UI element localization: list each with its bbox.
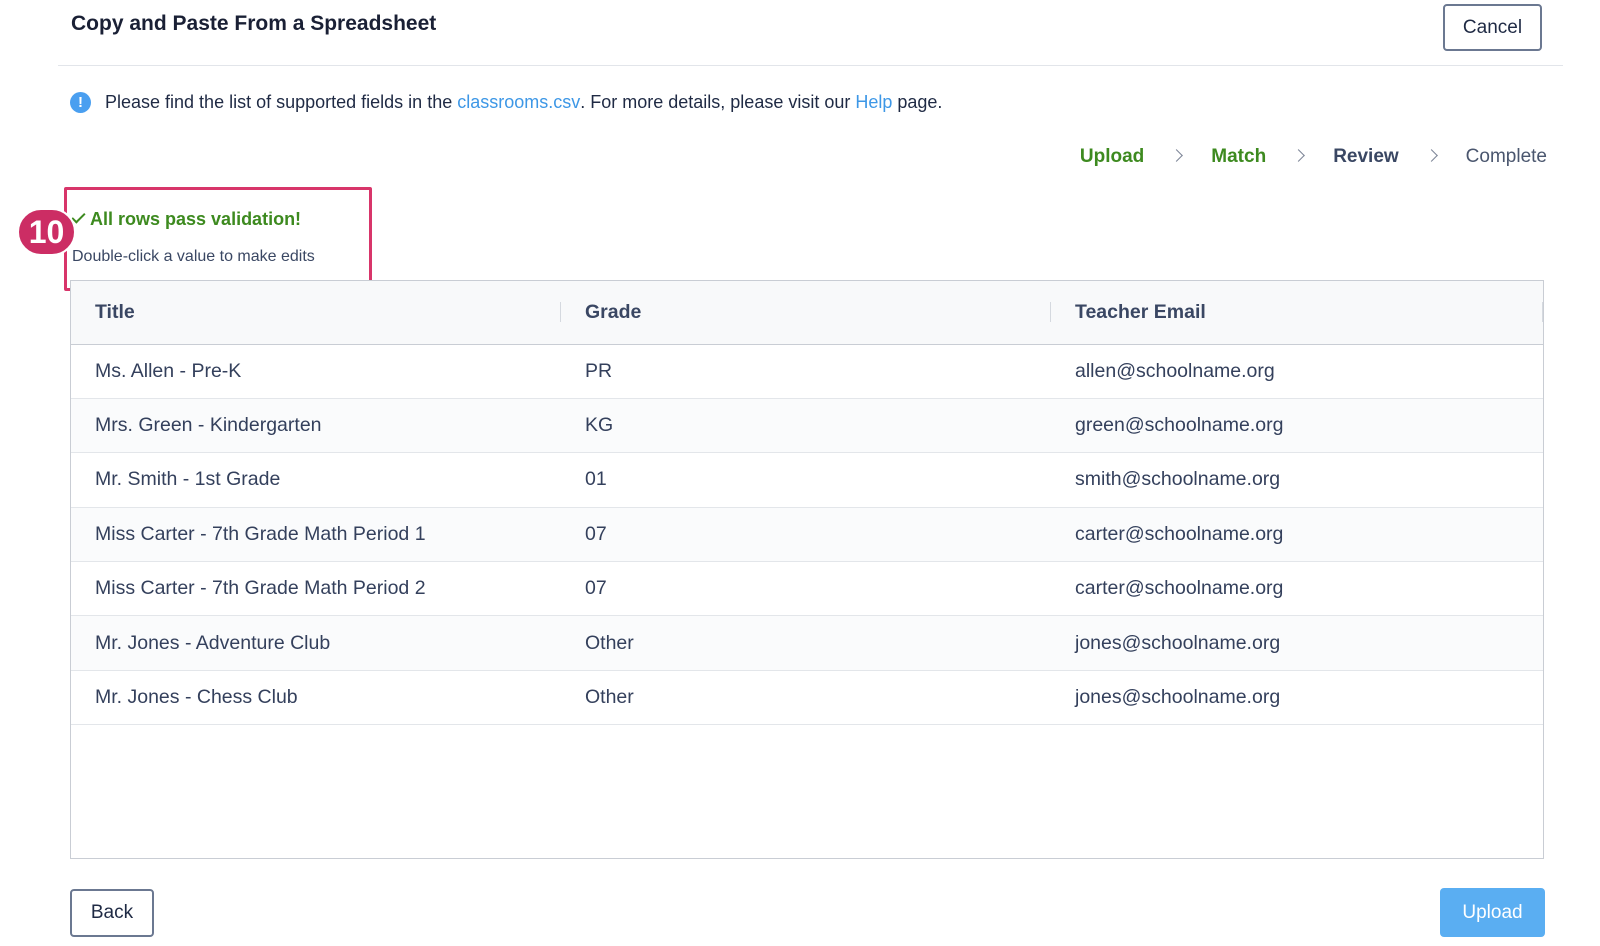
info-banner: ! Please find the list of supported fiel… [70, 90, 942, 114]
import-review-page: Copy and Paste From a Spreadsheet Cancel… [0, 0, 1600, 946]
table-row: Ms. Allen - Pre-K PR allen@schoolname.or… [71, 344, 1543, 399]
table-row: Mr. Smith - 1st Grade 01 smith@schoolnam… [71, 453, 1543, 508]
table-row: Miss Carter - 7th Grade Math Period 2 07… [71, 562, 1543, 616]
cell-title[interactable]: Mr. Jones - Adventure Club [71, 616, 561, 670]
cell-title[interactable]: Miss Carter - 7th Grade Math Period 1 [71, 507, 561, 561]
chevron-right-icon [1292, 148, 1306, 162]
progress-stepper: Upload Match Review Complete [1080, 146, 1547, 168]
chevron-right-icon [1424, 148, 1438, 162]
cell-teacher-email[interactable]: jones@schoolname.org [1051, 616, 1543, 670]
table-row: Mr. Jones - Chess Club Other jones@schoo… [71, 670, 1543, 725]
cell-grade[interactable]: KG [561, 398, 1051, 452]
cell-teacher-email[interactable]: jones@schoolname.org [1051, 670, 1543, 724]
step-number-badge: 10 [17, 208, 76, 256]
table-row: Mr. Jones - Adventure Club Other jones@s… [71, 615, 1543, 671]
page-title: Copy and Paste From a Spreadsheet [71, 12, 437, 35]
upload-button[interactable]: Upload [1440, 888, 1545, 937]
table-row: Mrs. Green - Kindergarten KG green@schoo… [71, 398, 1543, 453]
cell-title[interactable]: Miss Carter - 7th Grade Math Period 2 [71, 562, 561, 616]
cell-title[interactable]: Ms. Allen - Pre-K [71, 344, 561, 398]
column-header-grade[interactable]: Grade [561, 281, 1051, 344]
cell-grade[interactable]: 07 [561, 507, 1051, 561]
cell-teacher-email[interactable]: allen@schoolname.org [1051, 344, 1543, 398]
table-row: Miss Carter - 7th Grade Math Period 1 07… [71, 507, 1543, 562]
step-review: Review [1333, 146, 1399, 167]
cancel-button[interactable]: Cancel [1443, 4, 1542, 51]
info-text-middle: . For more details, please visit our [580, 91, 856, 112]
step-match: Match [1211, 146, 1267, 167]
info-text-after: page. [892, 91, 943, 112]
cell-teacher-email[interactable]: green@schoolname.org [1051, 398, 1543, 452]
cell-grade[interactable]: 07 [561, 562, 1051, 616]
info-icon: ! [70, 91, 91, 113]
cell-teacher-email[interactable]: smith@schoolname.org [1051, 453, 1543, 507]
column-header-title[interactable]: Title [71, 281, 561, 344]
cell-grade[interactable]: Other [561, 670, 1051, 724]
cell-grade[interactable]: PR [561, 344, 1051, 398]
cell-title[interactable]: Mr. Smith - 1st Grade [71, 453, 561, 507]
step-upload: Upload [1079, 146, 1145, 167]
cell-grade[interactable]: Other [561, 616, 1051, 670]
classrooms-csv-link[interactable]: classrooms.csv [457, 92, 580, 113]
back-button[interactable]: Back [70, 889, 154, 937]
validation-message: All rows pass validation! [90, 209, 302, 229]
step-complete: Complete [1465, 146, 1547, 167]
cell-teacher-email[interactable]: carter@schoolname.org [1051, 507, 1543, 561]
help-link[interactable]: Help [855, 92, 892, 113]
edit-hint: Double-click a value to make edits [72, 248, 315, 265]
data-table: Title Grade Teacher Email Ms. Allen - Pr… [70, 280, 1544, 859]
cell-grade[interactable]: 01 [561, 453, 1051, 507]
column-header-teacher-email[interactable]: Teacher Email [1051, 281, 1543, 344]
cell-title[interactable]: Mrs. Green - Kindergarten [71, 398, 561, 452]
table-header-row: Title Grade Teacher Email [71, 281, 1543, 344]
validation-status: All rows pass validation! [71, 209, 302, 230]
info-text-before: Please find the list of supported fields… [105, 91, 458, 112]
cell-teacher-email[interactable]: carter@schoolname.org [1051, 562, 1543, 616]
chevron-right-icon [1170, 148, 1184, 162]
validation-highlight-box: All rows pass validation! Double-click a… [64, 187, 372, 291]
header-divider [58, 65, 1563, 66]
cell-title[interactable]: Mr. Jones - Chess Club [71, 670, 561, 724]
